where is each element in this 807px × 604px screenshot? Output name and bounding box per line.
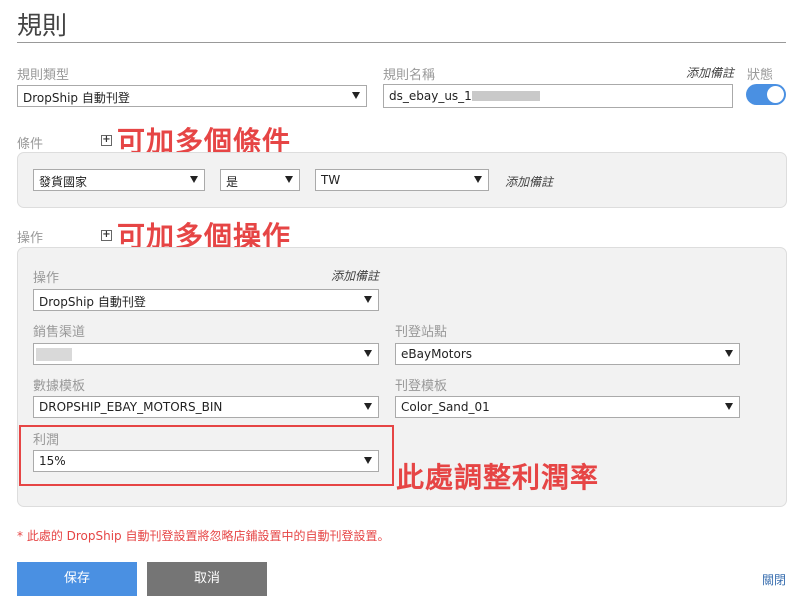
chevron-down-icon [352, 92, 360, 99]
footer-note: * 此處的 DropShip 自動刊登設置將忽略店鋪設置中的自動刊登設置。 [17, 529, 390, 543]
chevron-down-icon [474, 176, 482, 183]
save-button[interactable]: 保存 [17, 562, 137, 596]
listing-template-label: 刊登模板 [395, 379, 448, 394]
profit-label: 利潤 [33, 433, 60, 448]
condition-operator-value: 是 [226, 175, 239, 189]
title-divider [17, 42, 786, 43]
operation-add-note-link[interactable]: 添加備註 [331, 267, 379, 284]
add-operation-plus-icon[interactable]: + [101, 230, 112, 241]
rule-name-value: ds_ebay_us_1 [389, 89, 472, 103]
data-template-label: 數據模板 [33, 379, 86, 394]
cancel-button[interactable]: 取消 [147, 562, 267, 596]
rule-type-label: 規則類型 [17, 68, 70, 83]
condition-field-value: 發貨國家 [39, 175, 88, 189]
condition-add-note-link[interactable]: 添加備註 [505, 173, 553, 190]
conditions-label: 條件 [17, 137, 44, 152]
rule-name-input[interactable]: ds_ebay_us_1 [383, 84, 733, 108]
chevron-down-icon [364, 457, 372, 464]
redacted-mask [471, 91, 540, 101]
rule-name-add-note-link[interactable]: 添加備註 [686, 64, 734, 81]
rule-type-value: DropShip 自動刊登 [23, 91, 130, 105]
chevron-down-icon [364, 350, 372, 357]
operations-label: 操作 [17, 231, 44, 246]
status-toggle[interactable] [746, 84, 786, 105]
listing-site-value: eBayMotors [401, 347, 472, 361]
close-link[interactable]: 關閉 [762, 571, 786, 588]
condition-field-select[interactable]: 發貨國家 [33, 169, 205, 191]
profit-value: 15% [39, 454, 66, 468]
listing-site-label: 刊登站點 [395, 325, 448, 340]
operation-value: DropShip 自動刊登 [39, 295, 146, 309]
condition-value-value: TW [321, 173, 341, 187]
condition-operator-select[interactable]: 是 [220, 169, 300, 191]
listing-template-value: Color_Sand_01 [401, 400, 490, 414]
chevron-down-icon [285, 176, 293, 183]
data-template-select[interactable]: DROPSHIP_EBAY_MOTORS_BIN [33, 396, 379, 418]
chevron-down-icon [190, 176, 198, 183]
sales-channel-label: 銷售渠道 [33, 325, 86, 340]
chevron-down-icon [364, 403, 372, 410]
toggle-knob [767, 86, 784, 103]
chevron-down-icon [725, 350, 733, 357]
add-condition-plus-icon[interactable]: + [101, 135, 112, 146]
redacted-mask [36, 348, 72, 361]
sales-channel-select[interactable] [33, 343, 379, 365]
profit-select[interactable]: 15% [33, 450, 379, 472]
profit-annotation: 此處調整利潤率 [396, 461, 600, 494]
rule-name-label: 規則名稱 [383, 68, 436, 83]
listing-template-select[interactable]: Color_Sand_01 [395, 396, 740, 418]
data-template-value: DROPSHIP_EBAY_MOTORS_BIN [39, 400, 223, 414]
rule-type-select[interactable]: DropShip 自動刊登 [17, 85, 367, 107]
condition-value-select[interactable]: TW [315, 169, 489, 191]
chevron-down-icon [364, 296, 372, 303]
page-title: 規則 [17, 11, 68, 40]
status-label: 狀態 [747, 68, 774, 83]
listing-site-select[interactable]: eBayMotors [395, 343, 740, 365]
chevron-down-icon [725, 403, 733, 410]
operation-select[interactable]: DropShip 自動刊登 [33, 289, 379, 311]
operation-label: 操作 [33, 271, 60, 286]
